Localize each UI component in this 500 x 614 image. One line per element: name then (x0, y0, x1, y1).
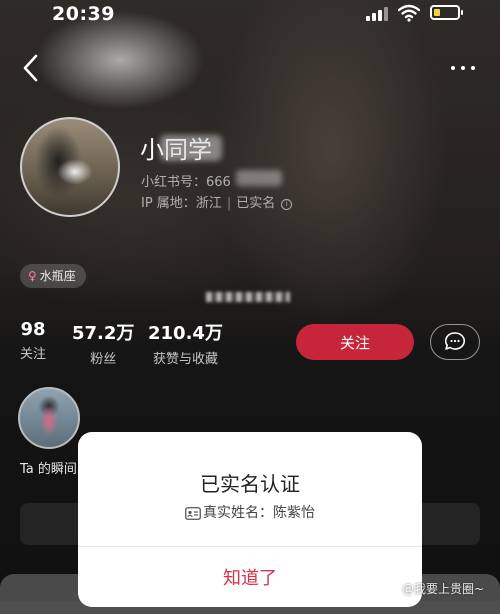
moment-thumbnail[interactable] (18, 387, 80, 449)
real-name-text: 真实姓名：陈紫怡 (203, 505, 315, 521)
stat-value: 98 (20, 319, 46, 340)
back-chevron-icon[interactable] (20, 52, 42, 84)
verification-dialog: 已实名认证 真实姓名：陈紫怡 知道了 (78, 432, 422, 607)
weibo-watermark: @我要上贵圈~ (402, 582, 485, 596)
status-bar: 20:39 (0, 0, 500, 30)
zodiac-tag: ♀ 水瓶座 (20, 264, 86, 288)
stat-label: 获赞与收藏 (152, 352, 218, 367)
dialog-real-name: 真实姓名：陈紫怡 (78, 502, 422, 522)
stat-value: 210.4万 (148, 323, 223, 344)
acknowledge-button[interactable]: 知道了 (78, 563, 422, 591)
stat-label: 关注 (20, 347, 47, 362)
stat-following[interactable]: 98 关注 (20, 319, 46, 362)
stat-likes-collects[interactable]: 210.4万 获赞与收藏 (148, 319, 223, 367)
nickname-redaction (160, 135, 222, 161)
ip-location: IP 属地：浙江 (141, 196, 222, 211)
message-button[interactable] (430, 324, 480, 360)
dialog-title: 已实名认证 (200, 472, 300, 496)
profile-avatar[interactable] (20, 117, 120, 217)
status-time: 20:39 (52, 3, 115, 25)
battery-icon (430, 5, 463, 20)
cellular-signal-icon (366, 7, 392, 21)
follow-button[interactable]: 关注 (296, 324, 414, 360)
moments-label: Ta 的瞬间 (20, 462, 77, 477)
chat-bubble-icon (444, 332, 466, 350)
id-card-icon (185, 507, 201, 520)
more-options-icon[interactable] (448, 60, 478, 76)
red-id-redaction (236, 170, 282, 186)
stat-value: 57.2万 (72, 323, 135, 344)
ip-location-line: IP 属地：浙江 | 已实名 i (141, 192, 293, 211)
stat-label: 粉丝 (90, 352, 117, 367)
bio-redaction (206, 292, 290, 302)
info-icon[interactable]: i (281, 199, 293, 210)
dialog-divider (78, 546, 422, 547)
female-icon: ♀ (28, 269, 37, 283)
verified-status[interactable]: 已实名 (236, 196, 275, 211)
red-id: 小红书号：666 (141, 175, 231, 190)
stat-followers[interactable]: 57.2万 粉丝 (72, 319, 134, 367)
wifi-icon (398, 4, 420, 22)
zodiac-label: 水瓶座 (39, 269, 76, 283)
